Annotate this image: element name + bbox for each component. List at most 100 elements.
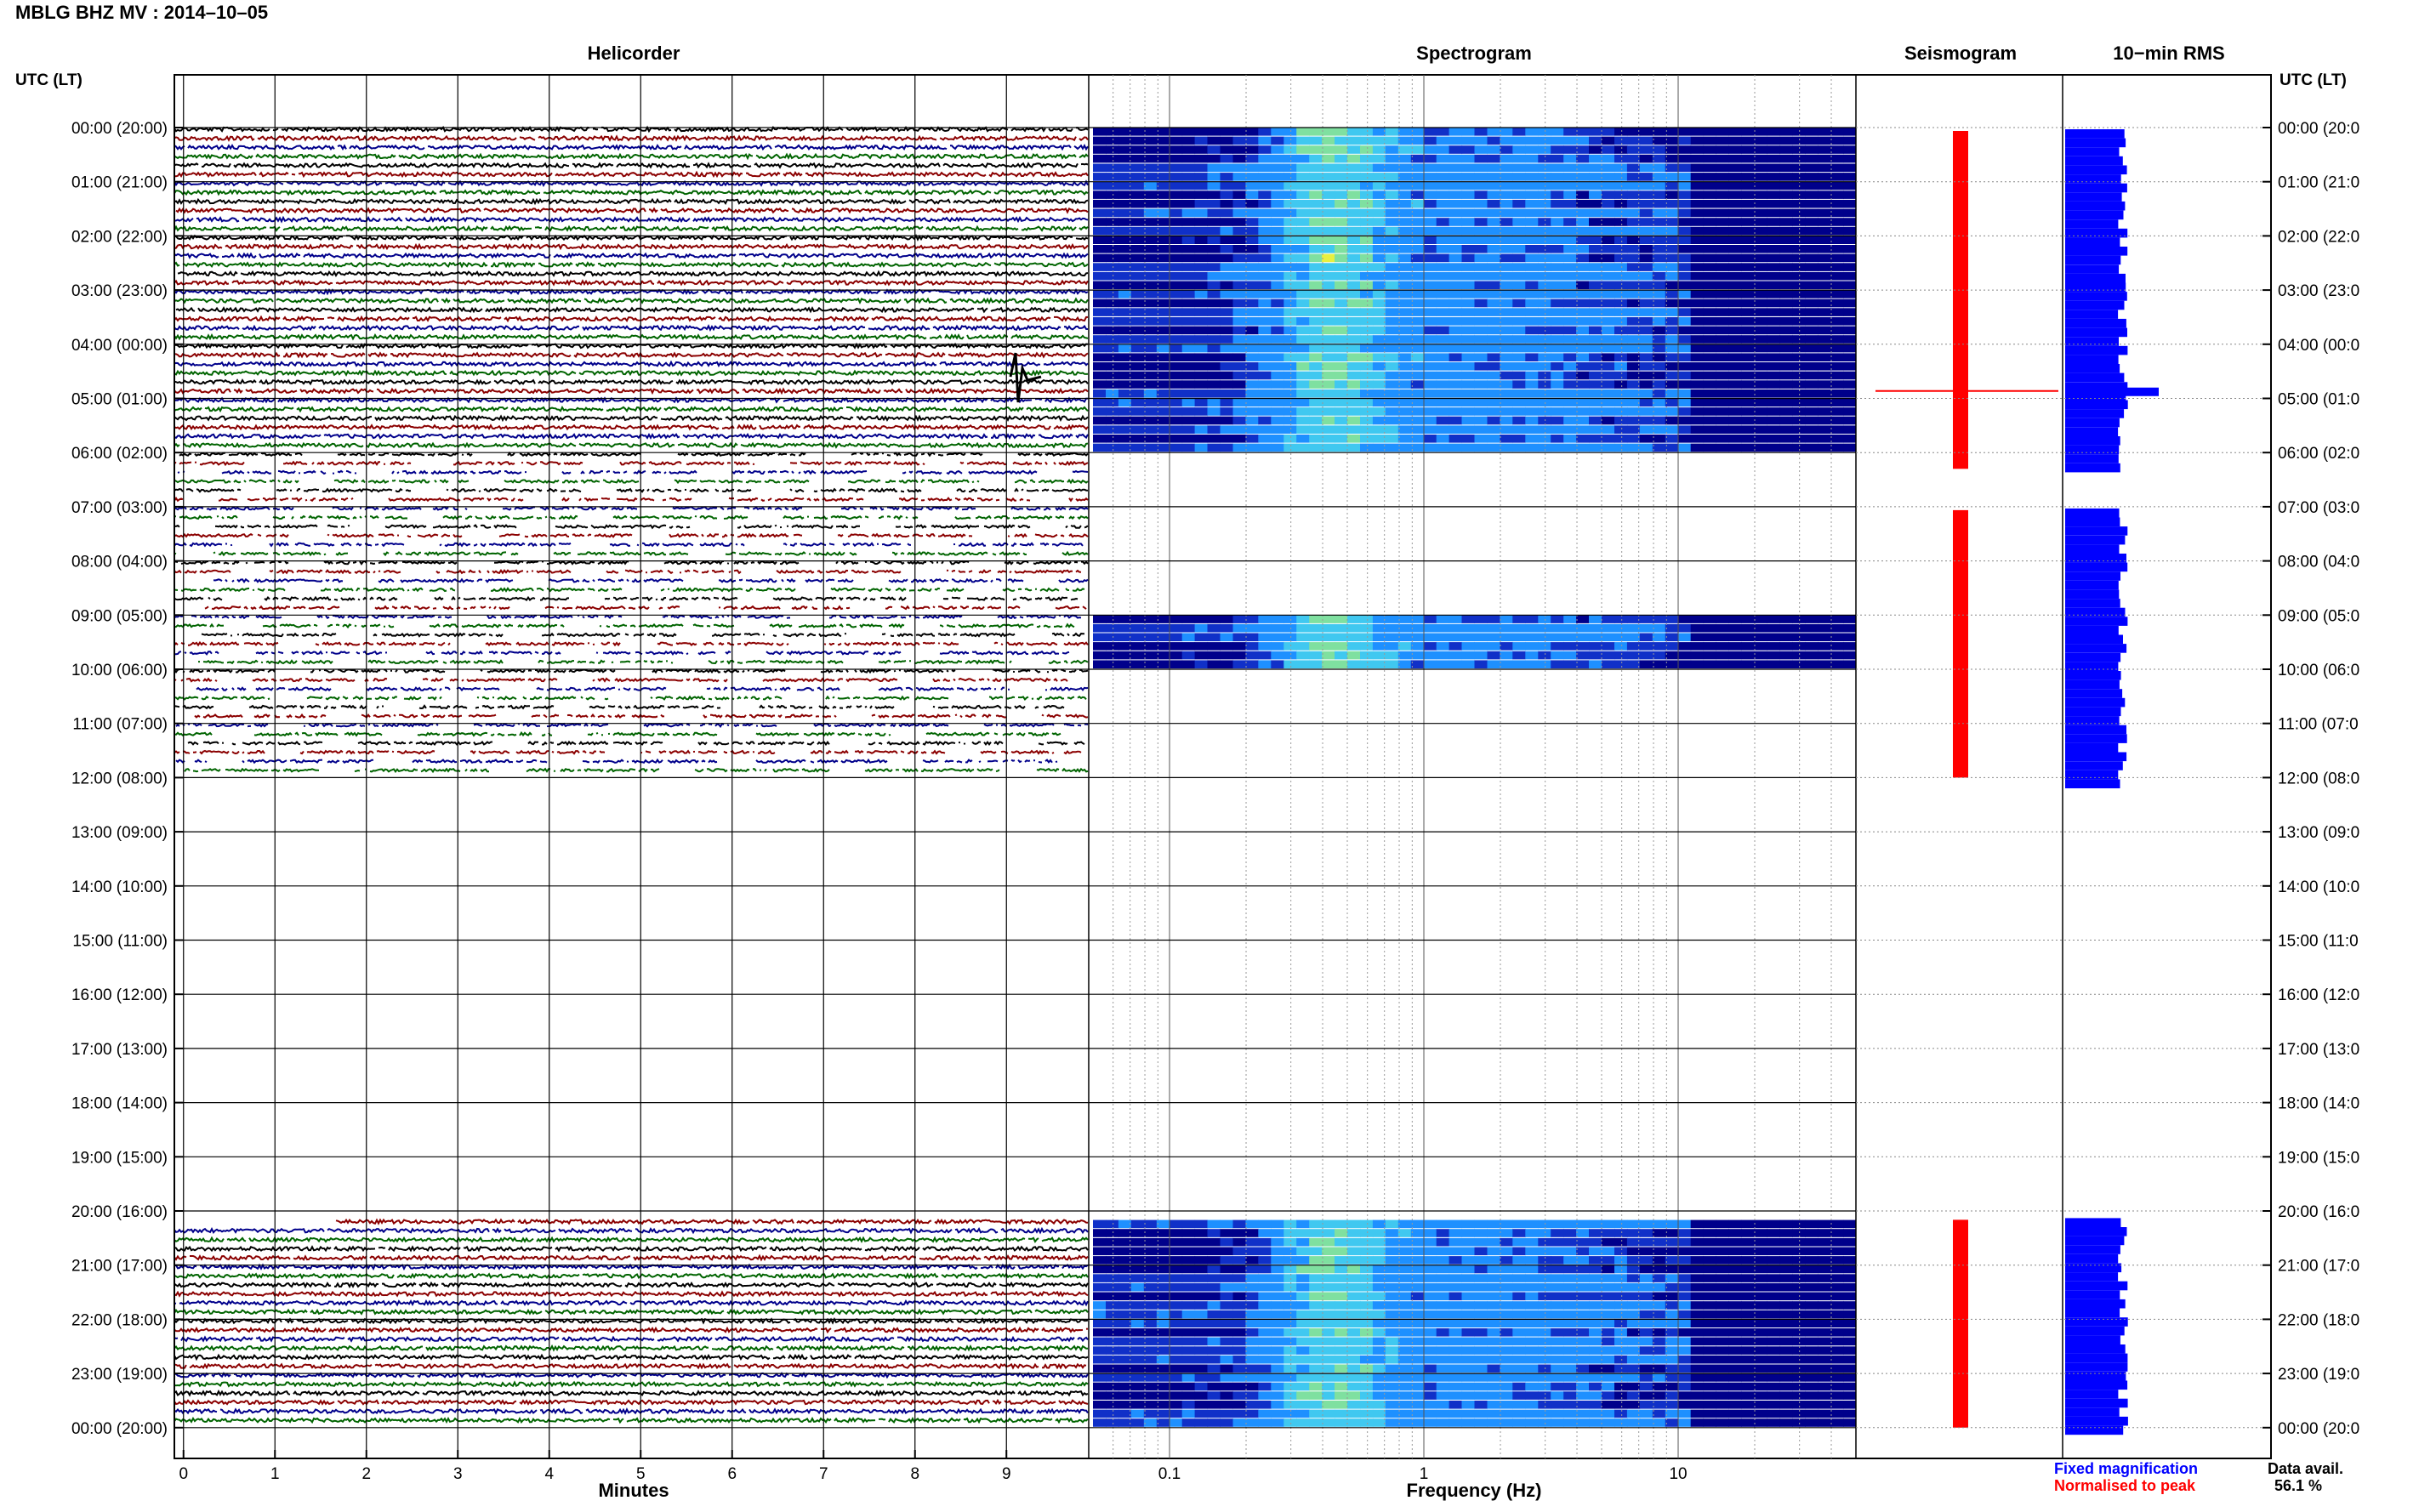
spectrogram-cell <box>1461 173 1475 181</box>
spectrogram-cell <box>1118 615 1132 623</box>
spectrogram-cell <box>1500 1409 1513 1418</box>
spectrogram-cell <box>1385 145 1399 154</box>
spectrogram-cell <box>1843 1229 1857 1237</box>
spectrogram-cell <box>1245 181 1259 190</box>
spectrogram-cell <box>1220 660 1233 668</box>
spectrogram-cell <box>1639 145 1653 154</box>
spectrogram-cell <box>1677 1346 1692 1355</box>
spectrogram-cell <box>1614 290 1628 298</box>
spectrogram-cell <box>1512 199 1526 208</box>
spectrogram-cell <box>1779 1409 1793 1418</box>
spectrogram-cell <box>1614 1355 1628 1364</box>
spectrogram-cell <box>1322 642 1335 651</box>
spectrogram-cell <box>1093 1256 1107 1265</box>
spectrogram-cell <box>1449 271 1463 281</box>
spectrogram-cell <box>1843 1382 1857 1391</box>
spectrogram-cell <box>1232 199 1246 208</box>
spectrogram-cell <box>1436 642 1450 651</box>
helicorder-trace <box>174 134 1089 142</box>
spectrogram-cell <box>1728 416 1742 425</box>
spectrogram-cell <box>1589 181 1602 190</box>
spectrogram-cell <box>1474 651 1488 660</box>
spectrogram-cell <box>1093 380 1107 389</box>
spectrogram-cell <box>1551 344 1564 353</box>
spectrogram-cell <box>1347 317 1361 326</box>
spectrogram-cell <box>1677 181 1692 190</box>
spectrogram-cell <box>1500 199 1513 208</box>
spectrogram-cell <box>1500 1247 1513 1256</box>
spectrogram-cell <box>1716 407 1729 416</box>
spectrogram-cell <box>1843 181 1857 190</box>
hour-label-right: 21:00 (17:0 <box>2278 1258 2359 1276</box>
spectrogram-cell <box>1754 199 1767 208</box>
spectrogram-cell <box>1283 263 1297 271</box>
spectrogram-cell <box>1296 1229 1310 1237</box>
spectrogram-cell <box>1309 218 1323 226</box>
spectrogram-cell <box>1449 1409 1463 1418</box>
spectrogram-cell <box>1423 1346 1437 1355</box>
spectrogram-cell <box>1143 154 1158 163</box>
spectrogram-cell <box>1283 245 1297 253</box>
helicorder-trace <box>174 650 1070 657</box>
spectrogram-cell <box>1665 1229 1679 1237</box>
spectrogram-cell <box>1754 642 1767 651</box>
rms-bar <box>2065 192 2122 202</box>
spectrogram-cell <box>1207 199 1221 208</box>
spectrogram-cell <box>1169 173 1183 181</box>
spectrogram-cell <box>1805 1346 1819 1355</box>
helicorder-trace <box>174 360 1089 368</box>
spectrogram-cell <box>1423 136 1437 145</box>
spectrogram-cell <box>1818 281 1831 290</box>
spectrogram-cell <box>1258 435 1272 443</box>
spectrogram-cell <box>1118 181 1132 190</box>
helicorder-trace <box>174 1344 1088 1352</box>
spectrogram-cell <box>1792 1319 1806 1327</box>
spectrogram-cell <box>1258 1274 1272 1282</box>
spectrogram-cell <box>1652 398 1666 407</box>
spectrogram-cell <box>1232 623 1246 633</box>
spectrogram-cell <box>1754 1346 1767 1355</box>
spectrogram-cell <box>1665 335 1679 344</box>
spectrogram-cell <box>1461 136 1475 145</box>
spectrogram-cell <box>1525 298 1539 308</box>
spectrogram-cell <box>1474 326 1488 335</box>
spectrogram-cell <box>1436 236 1450 244</box>
spectrogram-cell <box>1360 1274 1374 1282</box>
spectrogram-cell <box>1626 173 1641 181</box>
spectrogram-cell <box>1716 290 1729 298</box>
spectrogram-cell <box>1449 398 1463 407</box>
spectrogram-cell <box>1322 263 1335 271</box>
spectrogram-cell <box>1652 1292 1666 1301</box>
spectrogram-cell <box>1500 290 1513 298</box>
spectrogram-cell <box>1397 651 1412 660</box>
spectrogram-cell <box>1830 416 1844 425</box>
spectrogram-cell <box>1754 1418 1767 1427</box>
spectrogram-cell <box>1500 371 1513 380</box>
spectrogram-cell <box>1106 1401 1119 1409</box>
spectrogram-cell <box>1818 1373 1831 1382</box>
spectrogram-cell <box>1322 443 1335 452</box>
helicorder-trace <box>174 1290 1089 1298</box>
spectrogram-cell <box>1830 145 1844 154</box>
spectrogram-cell <box>1271 308 1284 316</box>
spectrogram-cell <box>1741 145 1755 154</box>
spectrogram-cell <box>1461 253 1475 263</box>
spectrogram-cell <box>1461 1418 1475 1427</box>
spectrogram-cell <box>1372 660 1386 668</box>
spectrogram-cell <box>1118 263 1132 271</box>
rms-bar <box>2065 210 2124 220</box>
spectrogram-cell <box>1677 1265 1692 1274</box>
spectrogram-cell <box>1258 271 1272 281</box>
spectrogram-cell <box>1207 236 1221 244</box>
rms-bar <box>2065 138 2126 148</box>
spectrogram-cell <box>1296 1328 1310 1337</box>
spectrogram-cell <box>1347 1265 1361 1274</box>
spectrogram-cell <box>1589 298 1602 308</box>
spectrogram-cell <box>1436 435 1450 443</box>
spectrogram-cell <box>1551 435 1564 443</box>
spectrogram-cell <box>1258 615 1272 623</box>
spectrogram-cell <box>1551 1229 1564 1237</box>
spectrogram-cell <box>1563 660 1577 668</box>
spectrogram-cell <box>1372 1301 1386 1310</box>
spectrogram-cell <box>1296 326 1310 335</box>
